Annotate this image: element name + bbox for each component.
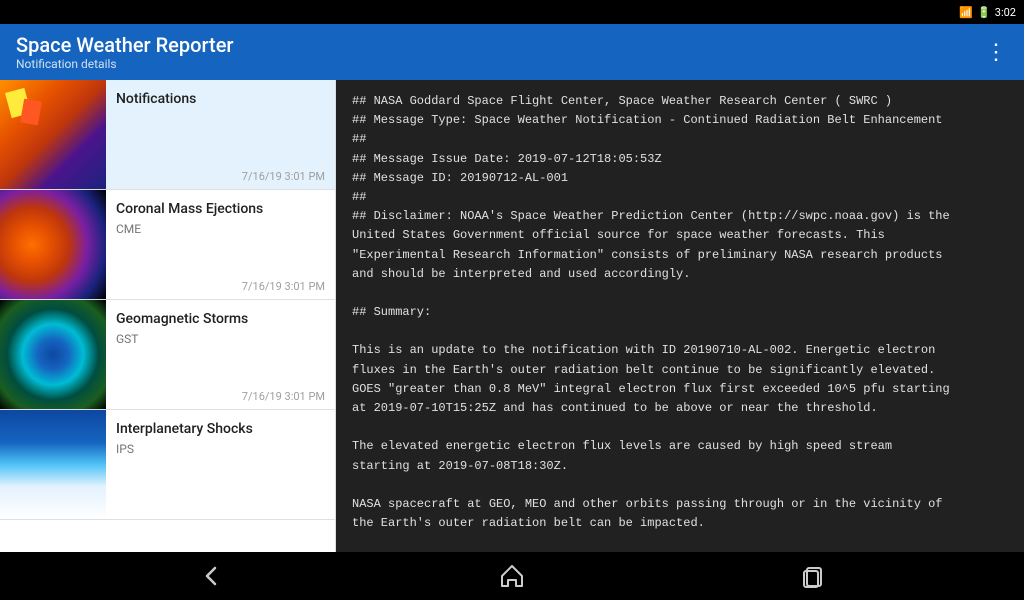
item-details: Notifications 7/16/19 3:01 PM	[106, 80, 335, 189]
battery-icon: 🔋	[977, 6, 991, 19]
status-icons: 📶 🔋 3:02	[959, 6, 1016, 19]
signal-icon: 📶	[959, 6, 973, 19]
item-thumbnail-geomagnetic	[0, 300, 106, 409]
status-bar: 📶 🔋 3:02	[0, 0, 1024, 24]
item-details: Coronal Mass Ejections CME 7/16/19 3:01 …	[106, 190, 335, 299]
header-text: Space Weather Reporter Notification deta…	[16, 33, 233, 71]
recents-icon	[799, 562, 827, 590]
item-thumbnail-notifications	[0, 80, 106, 189]
item-title: Coronal Mass Ejections	[116, 200, 325, 218]
item-title: Interplanetary Shocks	[116, 420, 325, 438]
item-title: Notifications	[116, 90, 325, 108]
app-header: Space Weather Reporter Notification deta…	[0, 24, 1024, 80]
recents-button[interactable]	[799, 562, 827, 590]
app-subtitle: Notification details	[16, 57, 233, 71]
item-details: Geomagnetic Storms GST 7/16/19 3:01 PM	[106, 300, 335, 409]
main-content: Notifications 7/16/19 3:01 PM Coronal Ma…	[0, 80, 1024, 552]
item-time: 7/16/19 3:01 PM	[116, 390, 325, 403]
item-time: 7/16/19 3:01 PM	[116, 170, 325, 183]
item-details: Interplanetary Shocks IPS	[106, 410, 335, 519]
item-time: 7/16/19 3:01 PM	[116, 280, 325, 293]
list-item[interactable]: Coronal Mass Ejections CME 7/16/19 3:01 …	[0, 190, 335, 300]
item-subtitle: IPS	[116, 442, 325, 505]
item-thumbnail-cme	[0, 190, 106, 299]
item-subtitle	[116, 112, 325, 162]
notification-list: Notifications 7/16/19 3:01 PM Coronal Ma…	[0, 80, 336, 552]
item-subtitle: GST	[116, 332, 325, 382]
home-icon	[498, 562, 526, 590]
detail-panel: ## NASA Goddard Space Flight Center, Spa…	[336, 80, 1024, 552]
list-item[interactable]: Interplanetary Shocks IPS	[0, 410, 335, 520]
clock: 3:02	[995, 6, 1016, 19]
home-button[interactable]	[498, 562, 526, 590]
list-item[interactable]: Geomagnetic Storms GST 7/16/19 3:01 PM	[0, 300, 335, 410]
item-thumbnail-ips	[0, 410, 106, 519]
list-item[interactable]: Notifications 7/16/19 3:01 PM	[0, 80, 335, 190]
back-button[interactable]	[197, 562, 225, 590]
back-icon	[197, 562, 225, 590]
bottom-navigation	[0, 552, 1024, 600]
item-subtitle: CME	[116, 222, 325, 272]
overflow-menu-icon[interactable]: ⋮	[985, 40, 1008, 65]
item-title: Geomagnetic Storms	[116, 310, 325, 328]
app-title: Space Weather Reporter	[16, 33, 233, 57]
